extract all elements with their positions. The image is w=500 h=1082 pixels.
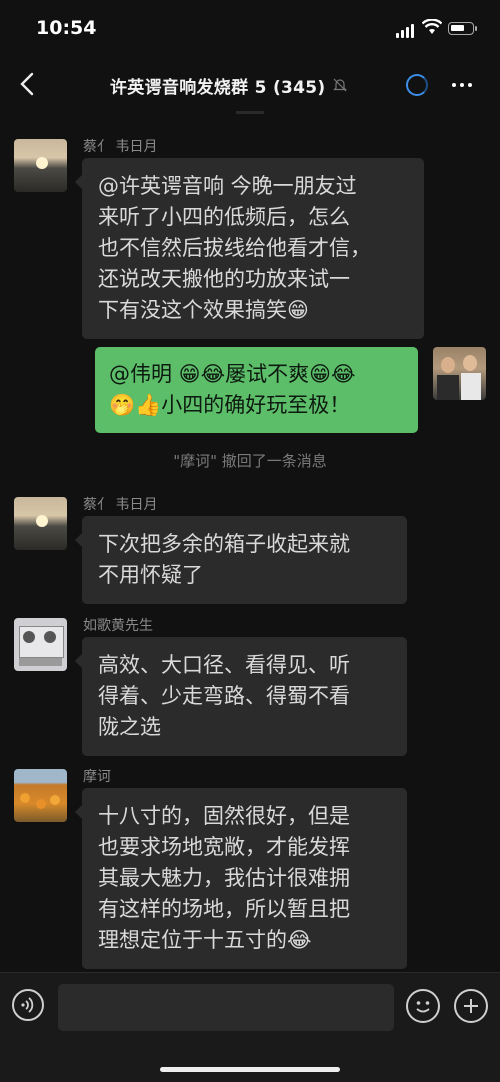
more-options-icon[interactable]	[452, 83, 472, 87]
sender-name: 如歌黄先生	[83, 618, 153, 634]
message-line: @伟明 😁😂屡试不爽😁😂	[109, 362, 356, 386]
message-line: 陇之选	[98, 715, 161, 739]
message-line: 得着、少走弯路、得蜀不看	[98, 684, 350, 708]
battery-level	[451, 25, 464, 31]
back-arrow-icon[interactable]	[14, 70, 42, 98]
chat-title: 许英谔音响发烧群 5 (345)	[110, 77, 326, 98]
header-divider	[236, 111, 264, 114]
message-line: 十八寸的，固然很好，但是	[98, 804, 350, 828]
message-bubble[interactable]: 下次把多余的箱子收起来就 不用怀疑了	[75, 516, 407, 604]
plus-icon	[464, 999, 478, 1013]
home-indicator	[160, 1067, 340, 1072]
message-line: 也要求场地宽敞，才能发挥	[98, 835, 350, 859]
sender-name: 摩诃	[83, 769, 111, 785]
message-line: 还说改天搬他的功放来试一	[98, 267, 350, 291]
voice-wave-icon	[21, 997, 34, 1013]
message-bubble[interactable]: 十八寸的，固然很好，但是 也要求场地宽敞，才能发挥 其最大魅力，我估计很难拥 有…	[75, 788, 407, 969]
message-line: 🤭👍小四的确好玩至极！	[109, 393, 351, 417]
sender-name: 蔡亻 韦日月	[83, 139, 158, 155]
avatar[interactable]	[14, 139, 67, 192]
cellular-signal-icon	[396, 24, 414, 38]
emoji-button[interactable]	[406, 989, 440, 1023]
message-line: 下有没这个效果搞笑😁	[98, 298, 309, 322]
message-input[interactable]	[58, 984, 394, 1031]
message-line: 来听了小四的低频后，怎么	[98, 205, 350, 229]
avatar[interactable]	[14, 497, 67, 550]
avatar-self[interactable]	[433, 347, 486, 400]
wifi-icon	[422, 19, 442, 34]
message-line: 也不信然后拔线给他看才信，	[98, 236, 371, 260]
avatar[interactable]	[14, 618, 67, 671]
voice-input-button[interactable]	[12, 989, 44, 1021]
battery-icon	[448, 22, 477, 35]
message-line: 不用怀疑了	[98, 563, 203, 587]
message-line: 高效、大口径、看得见、听	[98, 653, 350, 677]
status-bar: 10:54	[0, 0, 500, 56]
message-line: 有这样的场地，所以暂且把	[98, 897, 350, 921]
message-line: 其最大魅力，我估计很难拥	[98, 866, 350, 890]
smiley-icon	[416, 1001, 430, 1013]
message-line: @许英谔音响 今晚一朋友过	[98, 174, 357, 198]
chat-header: 许英谔音响发烧群 5 (345)	[0, 56, 500, 114]
mute-bell-icon	[332, 78, 347, 92]
message-bubble[interactable]: @许英谔音响 今晚一朋友过 来听了小四的低频后，怎么 也不信然后拔线给他看才信，…	[75, 158, 424, 339]
more-functions-button[interactable]	[454, 989, 488, 1023]
avatar[interactable]	[14, 769, 67, 822]
message-line: 理想定位于十五寸的😂	[98, 928, 312, 952]
input-bar	[0, 972, 500, 1082]
loading-spinner-icon	[406, 74, 428, 96]
message-bubble-self[interactable]: @伟明 😁😂屡试不爽😁😂 🤭👍小四的确好玩至极！	[95, 347, 418, 433]
message-line: 下次把多余的箱子收起来就	[98, 532, 350, 556]
message-bubble[interactable]: 高效、大口径、看得见、听 得着、少走弯路、得蜀不看 陇之选	[75, 637, 407, 756]
recall-notice: "摩诃" 撤回了一条消息	[173, 452, 327, 470]
status-time: 10:54	[36, 17, 97, 39]
chat-title-area[interactable]: 许英谔音响发烧群 5 (345)	[110, 72, 348, 98]
sender-name: 蔡亻 韦日月	[83, 497, 158, 513]
